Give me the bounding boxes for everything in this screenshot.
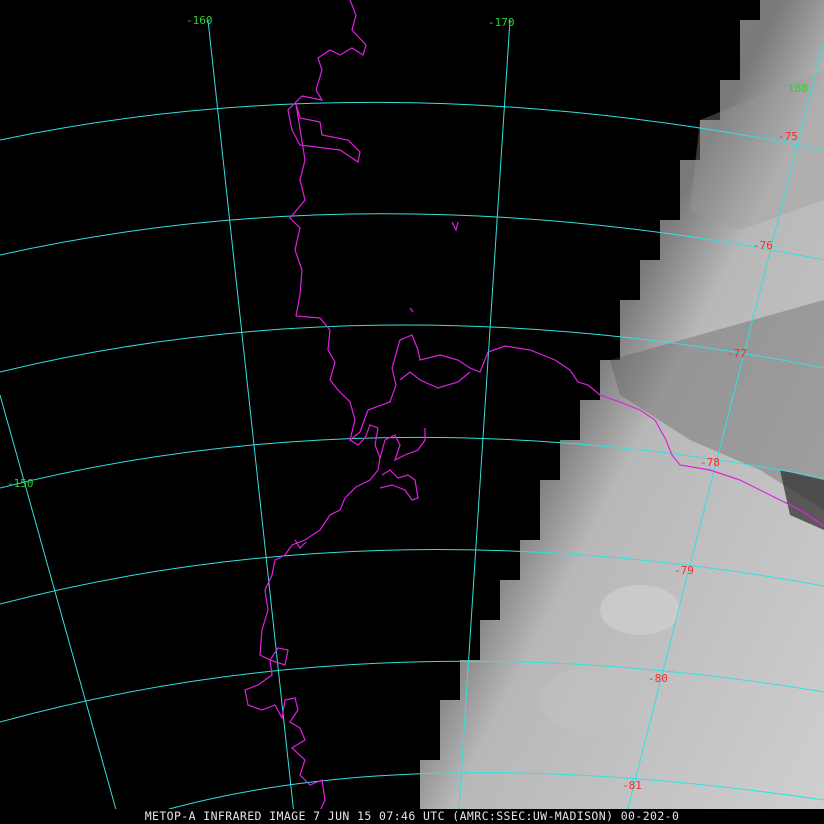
lat-label-minus-77: -77 (727, 347, 747, 360)
lat-label-minus-80: -80 (648, 672, 668, 685)
lon-label-minus-170: -170 (488, 16, 515, 29)
lat-label-minus-76: -76 (753, 239, 773, 252)
lat-label-minus-81: -81 (622, 779, 642, 792)
infrared-imagery (400, 0, 824, 824)
lon-label-180: 180 (788, 82, 808, 95)
lat-label-minus-75: -75 (778, 130, 798, 143)
lon-label-minus-150: -150 (7, 477, 34, 490)
satellite-map: -160 -170 180 -150 -75 -76 -77 -78 -79 -… (0, 0, 824, 824)
meridian-minus-150 (0, 394, 121, 824)
lat-label-minus-79: -79 (674, 564, 694, 577)
lon-label-minus-160: -160 (186, 14, 213, 27)
meridian-minus-160 (207, 19, 296, 824)
image-caption: METOP-A INFRARED IMAGE 7 JUN 15 07:46 UT… (0, 809, 824, 824)
lat-label-minus-78: -78 (700, 456, 720, 469)
